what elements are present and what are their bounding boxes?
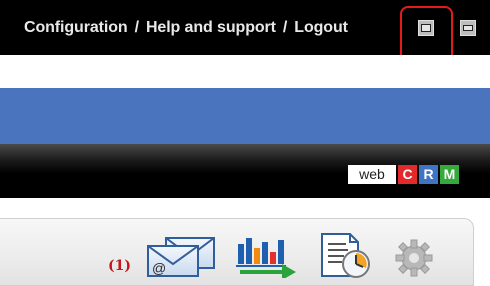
message-count: (1) xyxy=(108,258,131,274)
blue-banner xyxy=(0,88,490,144)
logo-letter-r: R xyxy=(419,165,438,184)
spacer xyxy=(0,55,490,88)
logout-link[interactable]: Logout xyxy=(294,19,348,36)
logo-letter-m: M xyxy=(440,165,459,184)
svg-text:@: @ xyxy=(152,260,166,276)
top-navigation: Configuration / Help and support / Logout xyxy=(24,19,348,37)
email-icon[interactable]: @ xyxy=(146,236,218,278)
configuration-link[interactable]: Configuration xyxy=(24,19,128,36)
schedule-document-icon[interactable] xyxy=(318,232,374,280)
maximize-window-button[interactable] xyxy=(460,20,476,36)
webcrm-logo: web C R M xyxy=(348,165,461,184)
separator: / xyxy=(134,19,139,36)
gear-icon[interactable] xyxy=(392,234,436,278)
window-icon xyxy=(463,25,473,31)
chart-icon[interactable] xyxy=(236,234,298,278)
separator: / xyxy=(282,19,288,36)
logo-letter-c: C xyxy=(398,165,417,184)
help-support-link[interactable]: Help and support xyxy=(146,19,276,36)
logo-web-text: web xyxy=(348,165,396,184)
